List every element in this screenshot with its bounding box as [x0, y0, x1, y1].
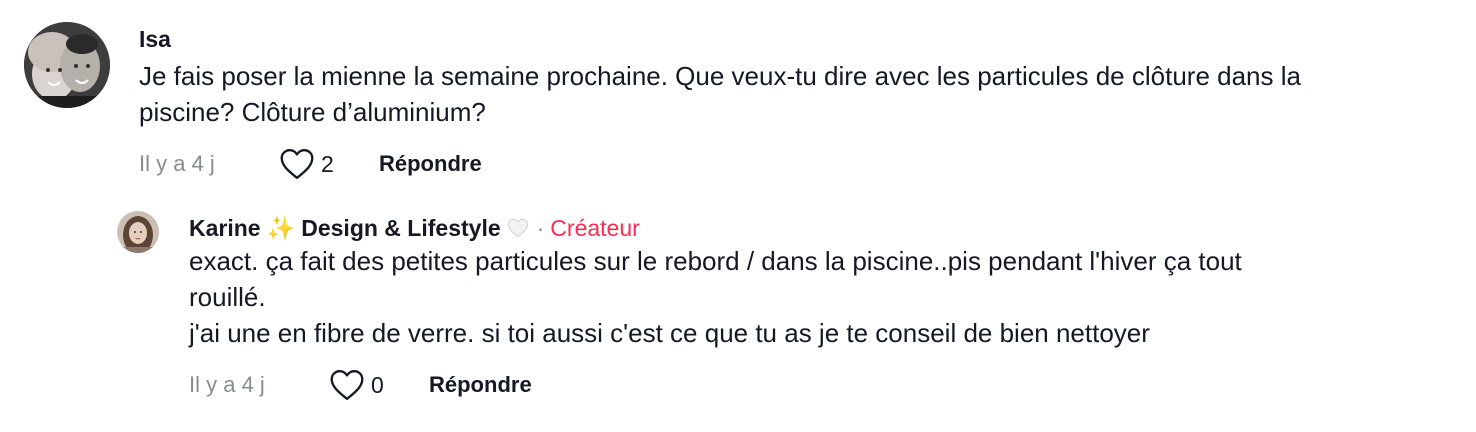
reply-item: Karine ✨ Design & Lifestyle · Créateur e…: [117, 211, 1457, 400]
reply-button[interactable]: Répondre: [379, 151, 482, 177]
reply-text: exact. ça fait des petites particules su…: [189, 246, 1242, 348]
heart-outline-icon: [280, 149, 314, 179]
heart-outline-icon: [330, 370, 364, 400]
reply-body: Karine ✨ Design & Lifestyle · Créateur e…: [189, 211, 1469, 405]
avatar[interactable]: [24, 22, 110, 108]
creator-badge: Créateur: [550, 214, 640, 241]
username[interactable]: Isa: [139, 26, 171, 53]
timestamp: Il y a 4 j: [139, 151, 215, 176]
comment-body: Isa Je fais poser la mienne la semaine p…: [139, 22, 1469, 184]
username-line: Karine ✨ Design & Lifestyle · Créateur: [189, 211, 1469, 245]
timestamp: Il y a 4 j: [189, 372, 265, 397]
comment-text: Je fais poser la mienne la semaine proch…: [139, 61, 1301, 127]
username-line: Isa: [139, 22, 1469, 56]
like-button[interactable]: 0: [329, 369, 429, 401]
reply-button[interactable]: Répondre: [429, 372, 532, 398]
like-button[interactable]: 2: [279, 148, 379, 180]
like-count: 2: [321, 150, 334, 177]
username-suffix[interactable]: Design & Lifestyle: [301, 215, 500, 242]
white-heart-emoji-icon: [507, 218, 528, 238]
comment-meta: Il y a 4 j 2 Répondre: [139, 144, 1469, 184]
username[interactable]: Karine: [189, 215, 261, 242]
separator-dot: ·: [536, 214, 545, 241]
avatar[interactable]: [117, 211, 159, 253]
like-count: 0: [371, 371, 384, 398]
sparkles-emoji-icon: ✨: [266, 214, 296, 241]
comment-item: Isa Je fais poser la mienne la semaine p…: [24, 22, 1464, 179]
reply-meta: Il y a 4 j 0 Répondre: [189, 365, 1469, 405]
